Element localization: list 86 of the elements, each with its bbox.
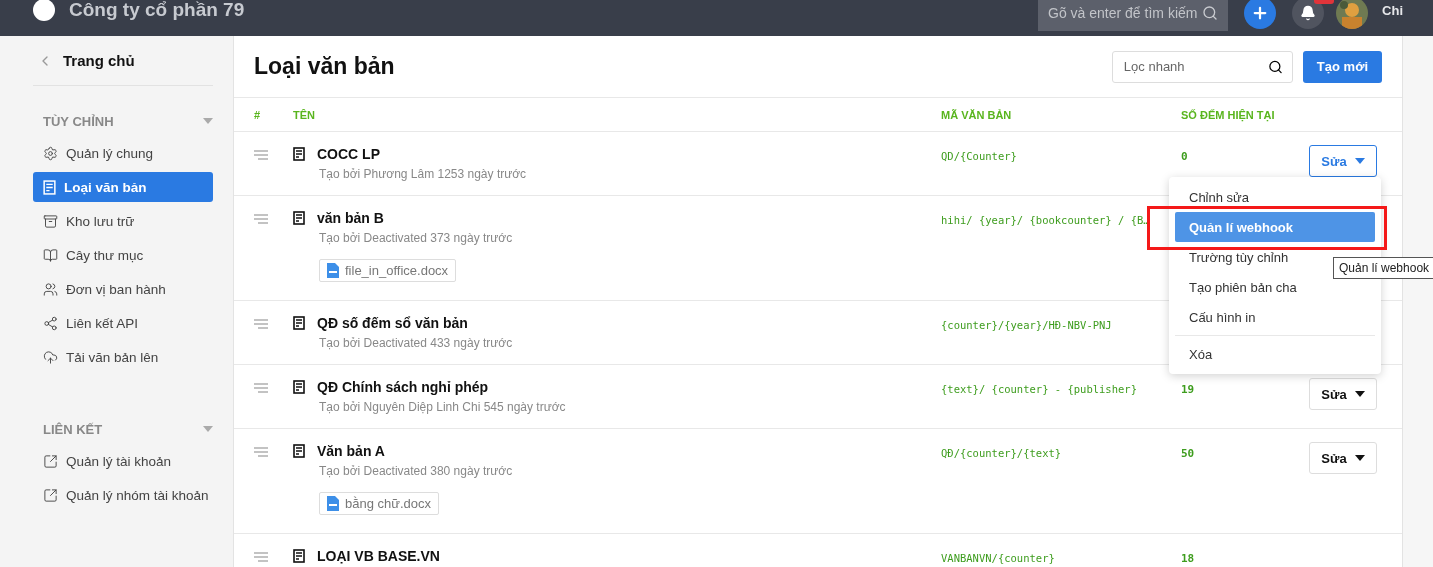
drag-handle-icon[interactable]	[254, 214, 268, 224]
column-header: MÃ VĂN BẢN	[941, 108, 1013, 121]
caret-icon	[1354, 455, 1365, 461]
row-meta: Tạo bởi Deactivated 433 ngày trước	[319, 336, 514, 350]
attachment-chip[interactable]: bằng chữ.docx	[319, 492, 440, 515]
document-icon	[293, 147, 305, 161]
section-title: LIÊN KẾT	[43, 421, 103, 437]
drag-handle-icon[interactable]	[254, 383, 268, 393]
caret-icon	[1354, 391, 1365, 397]
search-icon	[1267, 59, 1283, 74]
tooltip: Quản lí webhook	[1333, 257, 1433, 279]
drag-handle-icon[interactable]	[254, 552, 268, 562]
user-name[interactable]: Chi	[1382, 2, 1403, 18]
back-link[interactable]: Trang chủ	[33, 36, 213, 86]
row-title[interactable]: văn bản B	[317, 210, 384, 226]
counter-value: 19	[1181, 383, 1195, 396]
row-meta: Tạo bởi Nguyên Diệp Linh Chi 545 ngày trước	[319, 400, 567, 414]
sidebar-item[interactable]: Đơn vị ban hành	[33, 274, 213, 304]
attachment-chip[interactable]: file_in_office.docx	[319, 259, 457, 282]
column-header: #	[254, 108, 262, 121]
menu-item[interactable]: Cấu hình in	[1175, 302, 1375, 332]
gear-icon	[43, 145, 58, 161]
counter-value: 0	[1181, 150, 1188, 163]
sidebar-item[interactable]: Quản lý chung	[33, 138, 213, 168]
drag-handle-icon[interactable]	[254, 319, 268, 329]
code-text: QĐ/{counter}/{text}	[941, 447, 1062, 459]
edit-dropdown-button[interactable]: Sửa	[1309, 442, 1377, 474]
section-title: TÙY CHỈNH	[43, 113, 114, 129]
sidebar-item[interactable]: Loại văn bản	[33, 172, 213, 202]
sidebar-item[interactable]: Kho lưu trữ	[33, 206, 213, 236]
caret-icon[interactable]	[203, 118, 213, 124]
sidebar-item[interactable]: Liên kết API	[33, 308, 213, 338]
row-title[interactable]: LOẠI VB BASE.VN	[317, 548, 440, 564]
create-button[interactable]: Tạo mới	[1302, 50, 1382, 83]
logo-icon[interactable]	[33, 0, 55, 21]
document-icon	[293, 380, 305, 394]
book-icon	[43, 247, 58, 263]
drag-handle-icon[interactable]	[254, 150, 268, 160]
sidebar-item[interactable]: Tải văn bản lên	[33, 342, 213, 372]
counter-value: 50	[1181, 447, 1195, 460]
row-meta: Tạo bởi Deactivated 380 ngày trước	[319, 464, 514, 478]
code-text: VANBANVN/{counter}	[941, 552, 1055, 564]
add-button[interactable]	[1244, 0, 1277, 29]
caret-icon[interactable]	[203, 426, 213, 432]
company-name: Công ty cổ phần 79	[69, 0, 245, 21]
edit-dropdown-button[interactable]: Sửa	[1309, 145, 1377, 177]
code-text: hihi/ {year}/ {bookcounter} / {B…	[941, 214, 1150, 226]
share-icon	[43, 315, 58, 331]
drag-handle-icon[interactable]	[254, 447, 268, 457]
row-title[interactable]: Văn bản A	[317, 443, 385, 459]
cloud-upload-icon	[43, 349, 58, 365]
edit-dropdown-button[interactable]: Sửa	[1309, 378, 1377, 410]
external-link-icon	[43, 453, 58, 469]
row-title[interactable]: COCC LP	[317, 146, 380, 162]
row-title[interactable]: QĐ Chính sách nghỉ phép	[317, 379, 489, 395]
code-text: {counter}/{year}/HĐ-NBV-PNJ	[941, 319, 1112, 331]
document-icon	[293, 316, 305, 330]
menu-item[interactable]: Xóa	[1175, 339, 1375, 369]
filter-field[interactable]: Lọc nhanh	[1111, 50, 1293, 83]
sidebar-item[interactable]: Quản lý nhóm tài khoản	[33, 480, 213, 510]
notification-button[interactable]	[1292, 0, 1325, 29]
column-header: SỐ ĐẾM HIỆN TẠI	[1181, 108, 1276, 121]
document-icon	[293, 444, 305, 458]
row-meta: Tạo bởi Deactivated 373 ngày trước	[319, 231, 514, 245]
search-field[interactable]: Gõ và enter để tìm kiếm	[1038, 0, 1229, 31]
document-icon	[43, 179, 56, 195]
code-text: {text}/ {counter} - {publisher}	[941, 383, 1137, 395]
external-link-icon	[43, 487, 58, 503]
sidebar-item[interactable]: Quản lý tài khoản	[33, 446, 213, 476]
file-icon	[327, 263, 339, 278]
bell-icon	[1300, 5, 1317, 21]
document-icon	[293, 211, 305, 225]
document-icon	[293, 549, 305, 563]
archive-icon	[43, 213, 58, 229]
column-header: TÊN	[293, 108, 316, 121]
caret-icon	[1354, 158, 1365, 164]
counter-value: 18	[1181, 552, 1195, 565]
sidebar-item[interactable]: Cây thư mục	[33, 240, 213, 270]
row-meta: Tạo bởi Phương Lâm 1253 ngày trước	[319, 167, 528, 181]
file-icon	[327, 496, 339, 511]
code-text: QD/{Counter}	[941, 150, 1017, 162]
page-title: Loại văn bản	[254, 53, 395, 80]
row-title[interactable]: QĐ số đếm sổ văn bản	[317, 315, 468, 331]
search-icon	[1202, 5, 1219, 21]
users-icon	[43, 281, 58, 297]
menu-item[interactable]: Chỉnh sửa	[1175, 182, 1375, 212]
